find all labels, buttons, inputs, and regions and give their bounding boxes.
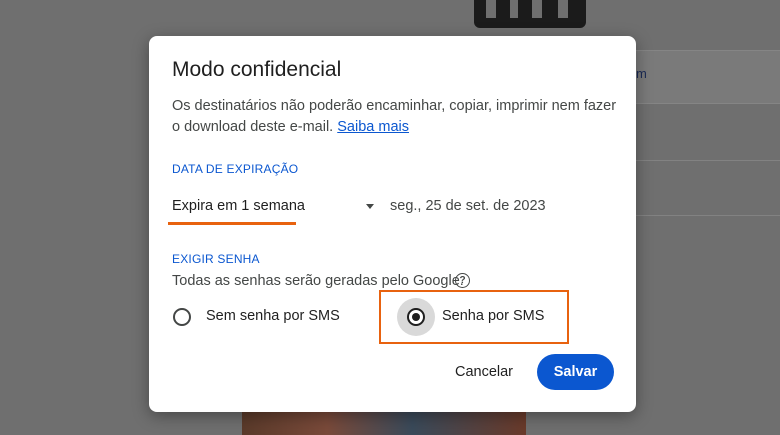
help-icon[interactable]: ? — [455, 273, 470, 288]
cancel-button[interactable]: Cancelar — [442, 354, 526, 390]
background-image — [242, 410, 526, 435]
background-logo — [474, 0, 586, 28]
expiration-section-label: DATA DE EXPIRAÇÃO — [172, 162, 299, 176]
save-button[interactable]: Salvar — [537, 354, 614, 390]
learn-more-link[interactable]: Saiba mais — [337, 119, 409, 135]
password-hint: Todas as senhas serão geradas pelo Googl… — [172, 273, 464, 289]
radio-sms-password[interactable]: Senha por SMS — [397, 298, 557, 336]
expiration-date: seg., 25 de set. de 2023 — [390, 198, 546, 214]
annotation-underline — [168, 222, 296, 225]
radio-label-sms: Senha por SMS — [442, 308, 545, 324]
expiration-select-value: Expira em 1 semana — [172, 198, 305, 214]
dropdown-arrow-icon — [366, 204, 374, 209]
background-divider — [636, 215, 780, 216]
dialog-title: Modo confidencial — [172, 58, 342, 81]
background-bar — [636, 50, 780, 104]
radio-label-no-sms: Sem senha por SMS — [206, 308, 340, 324]
radio-no-sms-password[interactable]: Sem senha por SMS — [169, 300, 349, 336]
screen: m Modo confidencial Os destinatários não… — [0, 0, 780, 435]
dialog-description: Os destinatários não poderão encaminhar,… — [172, 96, 622, 138]
radio-unselected-icon — [173, 308, 191, 326]
background-divider — [636, 160, 780, 161]
background-link: m — [636, 66, 647, 81]
confidential-mode-dialog: Modo confidencial Os destinatários não p… — [149, 36, 636, 412]
password-section-label: EXIGIR SENHA — [172, 252, 260, 266]
expiration-select[interactable]: Expira em 1 semana — [168, 194, 380, 225]
radio-dot — [412, 313, 420, 321]
radio-selected-icon — [407, 308, 425, 326]
